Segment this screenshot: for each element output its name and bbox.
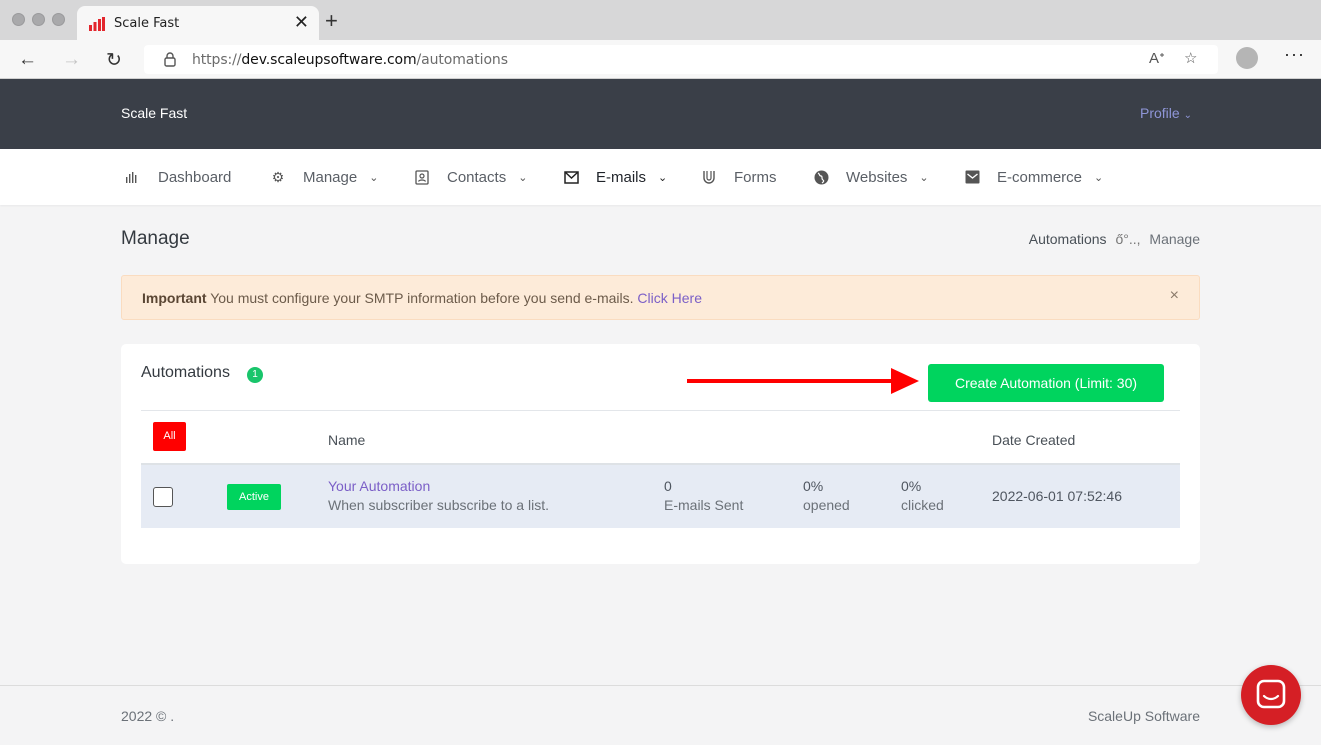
tab-title: Scale Fast <box>114 16 180 31</box>
opened-value: 0% <box>803 478 824 494</box>
profile-dropdown[interactable]: Profile ⌄ <box>1140 105 1192 121</box>
magnet-icon <box>700 168 718 186</box>
menu-item-contacts[interactable]: Contacts ⌄ <box>413 149 527 205</box>
bar-chart-icon <box>124 168 142 186</box>
browser-toolbar: ← → ↻ https://dev.scaleupsoftware.com/au… <box>0 40 1321 79</box>
app-header: Scale Fast Profile ⌄ <box>0 79 1321 149</box>
automation-description: When subscriber subscribe to a list. <box>328 497 549 513</box>
breadcrumb-automations[interactable]: Automations <box>1029 231 1107 247</box>
create-automation-button[interactable]: Create Automation (Limit: 30) <box>928 364 1164 402</box>
globe-icon <box>812 168 830 186</box>
browser-tab-bar: Scale Fast ✕ + <box>0 0 1321 40</box>
breadcrumb-manage: Manage <box>1149 231 1200 247</box>
menu-item-emails[interactable]: E-mails ⌄ <box>562 149 667 205</box>
window-minimize-button[interactable] <box>32 13 45 26</box>
favorites-star-icon[interactable]: ☆ <box>1184 49 1197 67</box>
clicked-label: clicked <box>901 497 944 513</box>
url-text: https://dev.scaleupsoftware.com/automati… <box>192 52 508 68</box>
breadcrumb: Automations ő°.., Manage <box>1029 231 1200 247</box>
row-checkbox[interactable] <box>153 487 173 507</box>
emails-sent-cell: 0 E-mails Sent <box>664 477 743 515</box>
filter-all-button[interactable]: All <box>153 422 186 451</box>
alert-strong: Important <box>142 290 207 306</box>
brand-name[interactable]: Scale Fast <box>121 105 187 121</box>
footer-copyright: 2022 © . <box>121 708 175 724</box>
reload-icon[interactable]: ↻ <box>106 49 122 72</box>
chevron-down-icon: ⌄ <box>518 171 528 184</box>
page-title: Manage <box>121 228 190 249</box>
browser-menu-icon[interactable]: ··· <box>1284 44 1305 65</box>
alert-text: You must configure your SMTP information… <box>210 290 634 306</box>
footer-company: ScaleUp Software <box>1087 708 1200 724</box>
menu-item-ecommerce[interactable]: E-commerce ⌄ <box>963 149 1103 205</box>
envelope-icon <box>562 168 580 186</box>
date-created-cell: 2022-06-01 07:52:46 <box>992 488 1122 504</box>
alert-message: Important You must configure your SMTP i… <box>142 290 702 306</box>
chevron-down-icon: ⌄ <box>658 171 668 184</box>
divider <box>141 410 1180 411</box>
breadcrumb-separator: ő°.., <box>1115 231 1141 247</box>
read-aloud-icon[interactable]: A͏ᐩ <box>1149 49 1165 67</box>
footer: 2022 © . ScaleUp Software <box>0 685 1321 745</box>
emails-sent-label: E-mails Sent <box>664 497 744 513</box>
emails-sent-value: 0 <box>664 478 672 494</box>
chevron-down-icon: ⌄ <box>919 171 929 184</box>
window-zoom-button[interactable] <box>52 13 65 26</box>
close-icon[interactable]: × <box>1170 287 1179 305</box>
clicked-value: 0% <box>901 478 922 494</box>
new-tab-icon[interactable]: + <box>325 8 338 34</box>
opened-cell: 0% opened <box>803 477 850 515</box>
gear-icon: ⚙ <box>271 168 285 185</box>
annotation-arrow-icon <box>687 368 919 394</box>
card-title: Automations <box>141 364 230 381</box>
status-badge: Active <box>227 484 281 510</box>
back-arrow-icon[interactable]: ← <box>18 49 37 71</box>
mail-box-icon <box>963 168 981 186</box>
main-menu: Dashboard ⚙ Manage ⌄ Contacts ⌄ E-mails … <box>0 149 1321 205</box>
chevron-down-icon: ⌄ <box>369 171 379 184</box>
opened-label: opened <box>803 497 850 513</box>
menu-item-manage[interactable]: ⚙ Manage ⌄ <box>269 149 379 205</box>
address-bar[interactable]: https://dev.scaleupsoftware.com/automati… <box>144 45 1218 74</box>
forward-arrow-icon[interactable]: → <box>62 49 81 71</box>
smtp-warning-alert: Important You must configure your SMTP i… <box>121 275 1200 320</box>
contact-card-icon <box>413 168 431 186</box>
menu-item-dashboard[interactable]: Dashboard <box>124 149 231 205</box>
automations-card: Automations 1 Create Automation (Limit: … <box>121 344 1200 564</box>
chat-icon <box>1256 679 1286 709</box>
automations-count-badge: 1 <box>247 367 263 383</box>
menu-item-forms[interactable]: Forms <box>700 149 777 205</box>
browser-profile-avatar[interactable] <box>1236 47 1258 69</box>
column-header-date-created[interactable]: Date Created <box>992 432 1075 448</box>
window-close-button[interactable] <box>12 13 25 26</box>
menu-item-websites[interactable]: Websites ⌄ <box>812 149 929 205</box>
alert-click-here-link[interactable]: Click Here <box>637 290 702 306</box>
clicked-cell: 0% clicked <box>901 477 944 515</box>
table-row: Active Your Automation When subscriber s… <box>141 465 1180 528</box>
scale-fast-logo-icon <box>89 17 105 31</box>
chat-launcher-button[interactable] <box>1241 665 1301 725</box>
column-header-name[interactable]: Name <box>328 432 365 448</box>
lock-icon <box>164 52 176 67</box>
automation-name-cell: Your Automation When subscriber subscrib… <box>328 477 549 515</box>
chevron-down-icon: ⌄ <box>1094 171 1104 184</box>
chevron-down-icon: ⌄ <box>1183 110 1192 121</box>
browser-tab[interactable]: Scale Fast ✕ <box>77 6 319 40</box>
automation-name-link[interactable]: Your Automation <box>328 477 549 496</box>
tab-close-icon[interactable]: ✕ <box>294 12 309 33</box>
